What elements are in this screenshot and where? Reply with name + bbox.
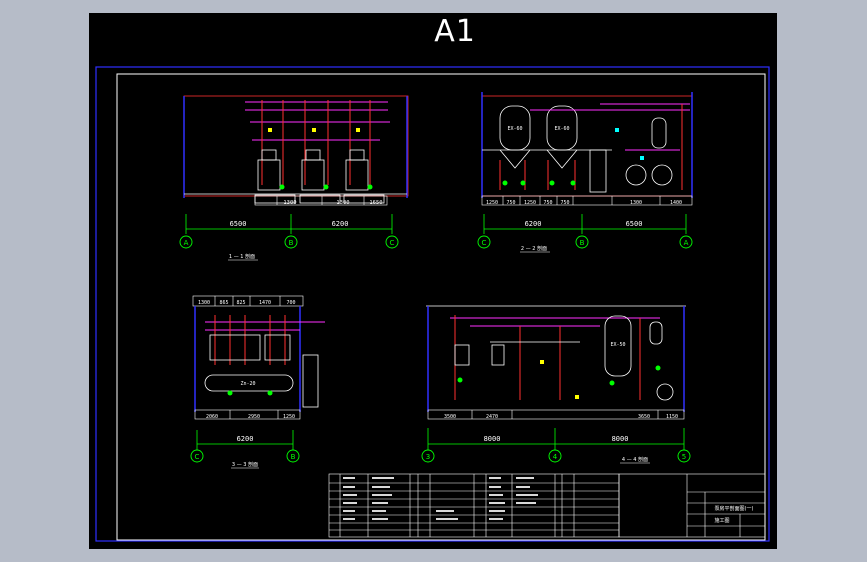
v44-caption: 4 — 4 剖面 bbox=[622, 456, 648, 463]
v22-dim-2: 750 bbox=[506, 200, 515, 206]
v22-dim-6: 1300 bbox=[630, 200, 642, 206]
drawing-stage-cell: 施工图 bbox=[714, 517, 729, 524]
v44-dim-4: 1150 bbox=[666, 414, 678, 420]
v11-overall-1: 6500 bbox=[230, 220, 247, 228]
v44-dim-1: 3500 bbox=[444, 414, 456, 420]
v11-axis-b: B bbox=[289, 239, 294, 247]
v22-axis-b: B bbox=[580, 239, 585, 247]
v44-overall-2: 8000 bbox=[612, 435, 629, 443]
v33-top-dim-3: 825 bbox=[236, 300, 245, 306]
v44-axis-3: 3 bbox=[426, 453, 430, 461]
v33-top-dim-5: 700 bbox=[286, 300, 295, 306]
v33-bottom-dim-2: 2950 bbox=[248, 414, 260, 420]
v33-overall-1: 6200 bbox=[237, 435, 254, 443]
cad-drawing: 1300 1300 1650 6500 6200 A B C 1 — 1 剖面 bbox=[95, 66, 770, 542]
view-3-3-section: 1300 865 825 1470 700 Zn-20 2060 2950 12… bbox=[190, 295, 325, 469]
v22-dim-5: 750 bbox=[560, 200, 569, 206]
v44-axis-4: 4 bbox=[553, 453, 558, 461]
equipment-table bbox=[328, 473, 620, 538]
v11-axis-c: C bbox=[390, 239, 395, 247]
svg-text:EX-60: EX-60 bbox=[507, 126, 522, 132]
view-2-2-section: EX-60 EX-60 1250 750 1250 750 750 1300 1… bbox=[477, 92, 693, 253]
v11-dim-2: 1300 bbox=[336, 200, 349, 206]
v33-axis-c: C bbox=[195, 453, 200, 461]
v44-dim-2: 2470 bbox=[486, 414, 498, 420]
v33-top-dim-1: 1300 bbox=[198, 300, 210, 306]
equipment-table-marks bbox=[343, 477, 538, 520]
v22-overall-2: 6500 bbox=[626, 220, 643, 228]
v33-top-dim-4: 1470 bbox=[259, 300, 271, 306]
svg-text:Zn-20: Zn-20 bbox=[240, 381, 255, 387]
drawing-title-cell: 泵房平剖面图(一) bbox=[715, 505, 754, 512]
v22-axis-c: C bbox=[482, 239, 487, 247]
v22-dim-4: 750 bbox=[543, 200, 552, 206]
v44-axis-5: 5 bbox=[682, 453, 686, 461]
v22-dim-3: 1250 bbox=[524, 200, 536, 206]
svg-text:EX-60: EX-60 bbox=[554, 126, 569, 132]
v22-dim-7: 1400 bbox=[670, 200, 682, 206]
outer-frame bbox=[95, 66, 770, 542]
v44-overall-1: 8000 bbox=[484, 435, 501, 443]
v11-dim-3: 1650 bbox=[369, 200, 382, 206]
v44-dim-3: 3650 bbox=[638, 414, 650, 420]
view-4-4-section: EX-50 3500 2470 3650 1150 8000 8000 3 4 … bbox=[421, 305, 691, 464]
v22-dim-1: 1250 bbox=[486, 200, 498, 206]
v22-axis-a: A bbox=[684, 239, 689, 247]
v11-overall-2: 6200 bbox=[332, 220, 349, 228]
svg-text:EX-50: EX-50 bbox=[610, 342, 625, 348]
v11-dim-1: 1300 bbox=[283, 200, 296, 206]
v11-axis-a: A bbox=[184, 239, 189, 247]
v33-axis-b: B bbox=[291, 453, 296, 461]
v33-top-dim-2: 865 bbox=[219, 300, 228, 306]
inner-frame bbox=[116, 73, 766, 541]
v33-bottom-dim-3: 1250 bbox=[283, 414, 295, 420]
v22-overall-1: 6200 bbox=[525, 220, 542, 228]
v22-caption: 2 — 2 剖面 bbox=[521, 245, 547, 252]
view-1-1-section: 1300 1300 1650 6500 6200 A B C 1 — 1 剖面 bbox=[179, 95, 409, 261]
v33-bottom-dim-1: 2060 bbox=[206, 414, 218, 420]
v33-caption: 3 — 3 剖面 bbox=[232, 461, 258, 468]
v11-caption: 1 — 1 剖面 bbox=[229, 253, 255, 260]
